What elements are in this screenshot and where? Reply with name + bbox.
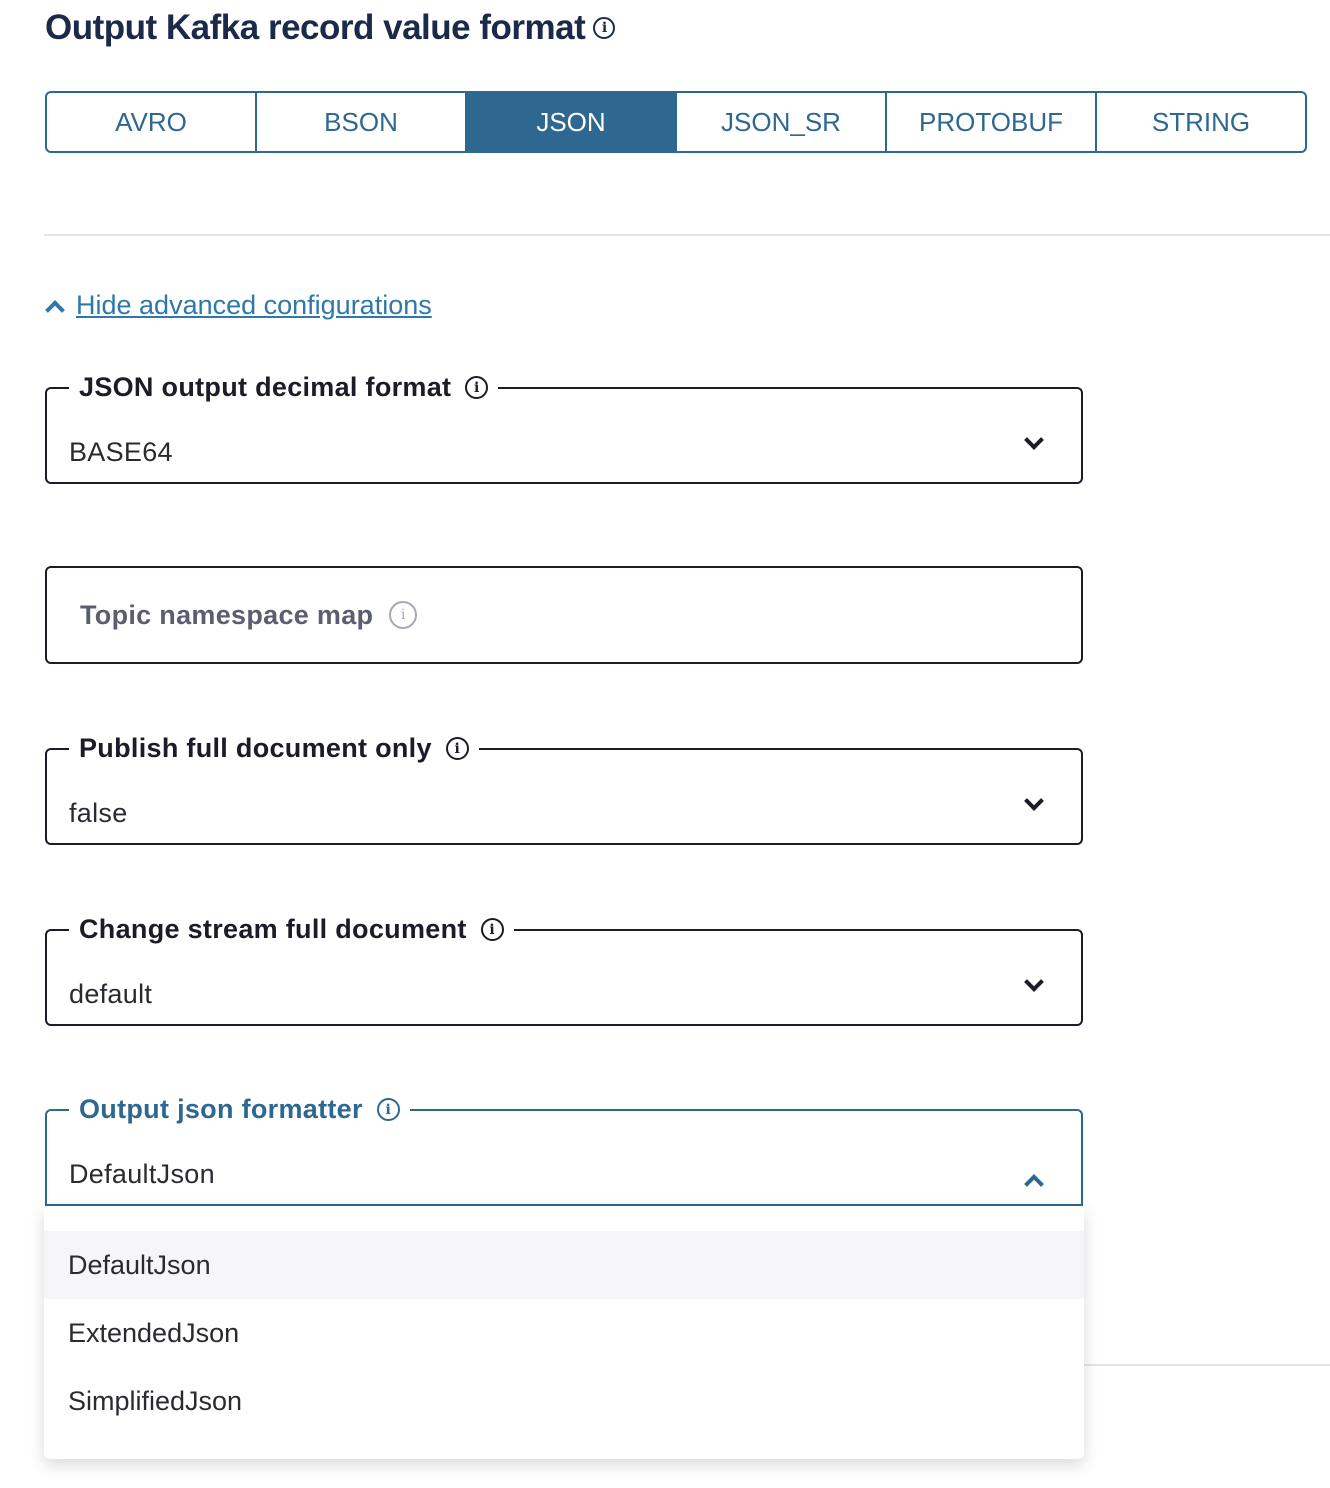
select-value: DefaultJson (69, 1159, 215, 1189)
option-defaultjson[interactable]: DefaultJson (44, 1231, 1084, 1299)
tab-json[interactable]: JSON (467, 93, 677, 151)
publish-full-document-select[interactable]: Publish full document only i false (45, 733, 1083, 845)
page-title: Output Kafka record value format i (45, 8, 616, 48)
chevron-up-icon (45, 299, 65, 320)
chevron-down-icon (1024, 791, 1044, 811)
divider (44, 234, 1330, 236)
tab-bson[interactable]: BSON (257, 93, 467, 151)
info-icon[interactable]: i (465, 376, 489, 399)
info-icon[interactable]: i (593, 17, 616, 39)
tab-json-sr[interactable]: JSON_SR (677, 93, 887, 151)
placeholder-text: Topic namespace map (80, 599, 374, 630)
select-value: BASE64 (69, 437, 173, 467)
title-text: Output Kafka record value format (45, 8, 586, 47)
hide-advanced-link[interactable]: Hide advanced configurations (45, 290, 432, 321)
field-label: Publish full document only i (69, 733, 479, 764)
label-text: Publish full document only (79, 733, 432, 763)
chevron-down-icon (1024, 430, 1044, 450)
link-text: Hide advanced configurations (76, 290, 432, 320)
tab-protobuf[interactable]: PROTOBUF (887, 93, 1097, 151)
info-icon[interactable]: i (445, 737, 469, 760)
option-extendedjson[interactable]: ExtendedJson (44, 1299, 1084, 1367)
output-json-formatter-select[interactable]: Output json formatter i DefaultJson (45, 1094, 1083, 1206)
chevron-up-icon (1024, 1174, 1044, 1194)
field-label: JSON output decimal format i (69, 372, 498, 403)
formatter-dropdown-menu: DefaultJson ExtendedJson SimplifiedJson (44, 1206, 1084, 1459)
change-stream-full-document-select[interactable]: Change stream full document i default (45, 914, 1083, 1026)
topic-namespace-map-input[interactable]: Topic namespace map i (45, 566, 1083, 664)
option-simplifiedjson[interactable]: SimplifiedJson (44, 1367, 1084, 1435)
label-text: Change stream full document (79, 914, 467, 944)
field-label: Output json formatter i (69, 1094, 410, 1125)
chevron-down-icon (1024, 972, 1044, 992)
info-icon[interactable]: i (389, 601, 418, 629)
label-text: Output json formatter (79, 1094, 363, 1124)
field-label: Change stream full document i (69, 914, 514, 945)
info-icon[interactable]: i (480, 918, 504, 941)
info-icon[interactable]: i (376, 1098, 400, 1121)
format-tabs: AVRO BSON JSON JSON_SR PROTOBUF STRING (45, 91, 1307, 153)
select-value: default (69, 979, 153, 1009)
tab-avro[interactable]: AVRO (47, 93, 257, 151)
select-value: false (69, 798, 128, 828)
tab-string[interactable]: STRING (1097, 93, 1305, 151)
decimal-format-select[interactable]: JSON output decimal format i BASE64 (45, 372, 1083, 484)
label-text: JSON output decimal format (79, 372, 452, 402)
